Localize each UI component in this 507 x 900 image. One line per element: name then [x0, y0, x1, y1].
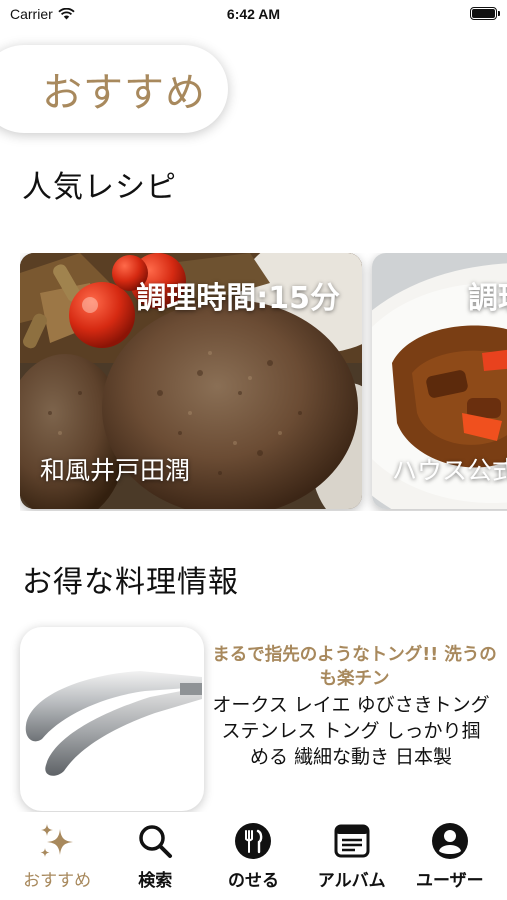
recipe-cook-time: 調理時間 [468, 281, 507, 316]
tab-label: のせる [227, 871, 279, 891]
recipe-name: ハウス公式 [392, 456, 507, 485]
page-title-pill: おすすめ [0, 45, 228, 133]
tab-bar: おすすめ 検索 のせる アルバム ユーザー [0, 812, 507, 900]
tab-label: 検索 [138, 871, 173, 891]
status-time: 6:42 AM [226, 6, 281, 22]
deal-description: オークス レイエ ゆびさきトング ステンレス トング しっかり掴める 繊細な動き… [212, 694, 490, 768]
deal-headline[interactable]: まるで指先のようなトング!! 洗うのも楽チン [212, 643, 497, 691]
tab-album[interactable]: アルバム [304, 812, 400, 900]
recipe-carousel[interactable]: 調理時間:15分 和風井戸田潤 調理時間 ハウス公式 [20, 253, 507, 511]
tab-search[interactable]: 検索 [107, 812, 203, 900]
recipe-cook-time: 調理時間:15分 [136, 281, 340, 316]
sparkles-icon [38, 818, 76, 864]
page-title: おすすめ [42, 70, 206, 116]
recipe-name: 和風井戸田潤 [40, 456, 191, 485]
user-icon [431, 818, 469, 864]
recipe-card[interactable]: 調理時間:15分 和風井戸田潤 [20, 253, 362, 509]
tongs-image [25, 671, 202, 776]
deals-heading: お得な料理情報 [22, 565, 239, 600]
recipe-card[interactable]: 調理時間 ハウス公式 [372, 253, 507, 509]
fork-knife-icon [234, 818, 272, 864]
tab-label: おすすめ [23, 871, 92, 891]
tab-post[interactable]: のせる [205, 812, 301, 900]
tab-label: アルバム [317, 871, 386, 891]
status-bar: Carrier 6:42 AM [0, 0, 507, 30]
tab-label: ユーザー [416, 871, 484, 891]
deal-product-image[interactable] [20, 627, 204, 811]
tab-user[interactable]: ユーザー [402, 812, 498, 900]
popular-recipes-heading: 人気レシピ [22, 170, 177, 205]
battery-icon [470, 7, 500, 20]
tab-recommended[interactable]: おすすめ [9, 812, 105, 900]
album-icon [333, 818, 371, 864]
search-icon [136, 818, 174, 864]
